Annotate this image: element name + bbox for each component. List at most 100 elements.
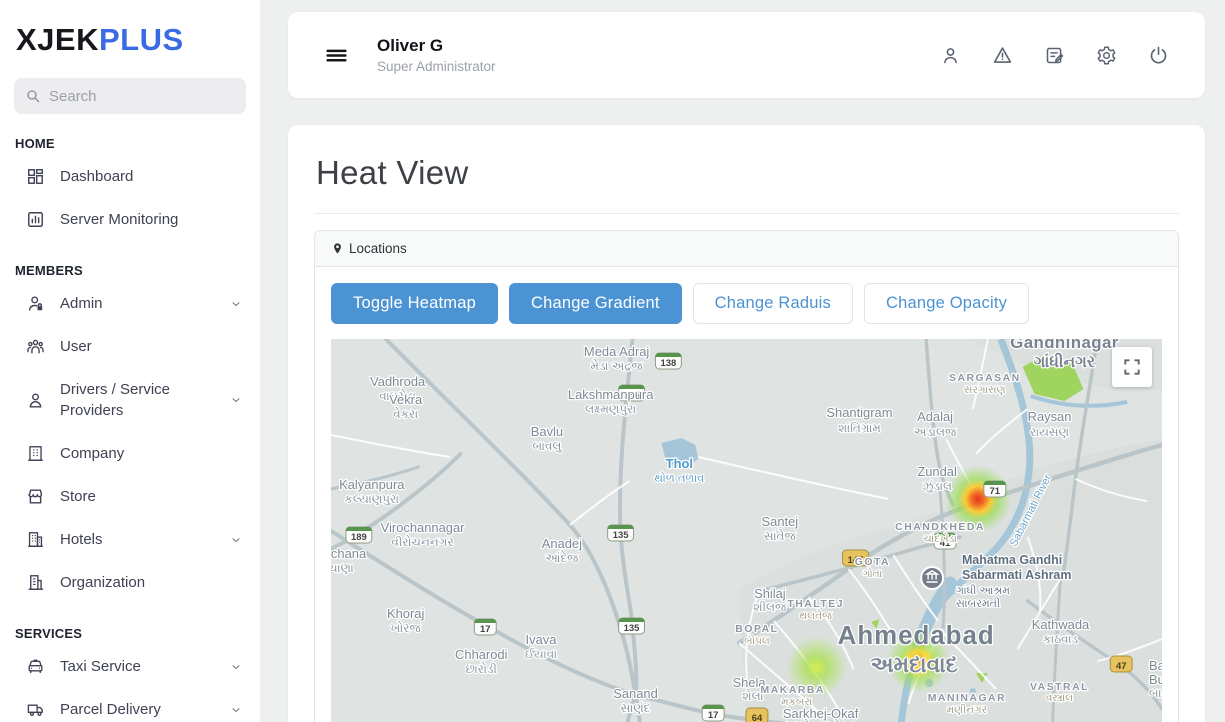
map-label: વસ્ત્રાલ (1046, 693, 1073, 704)
change-raduis-button[interactable]: Change Raduis (693, 283, 853, 324)
alerts-icon-button[interactable] (992, 45, 1013, 66)
sidebar-item-drivers-service-providers[interactable]: Drivers / Service Providers (14, 368, 246, 432)
map-label: Vadhroda (370, 374, 426, 389)
sidebar-item-user[interactable]: User (14, 325, 246, 368)
change-opacity-button[interactable]: Change Opacity (864, 283, 1029, 324)
locations-panel-header: Locations (315, 231, 1178, 267)
map-label: achana (331, 546, 367, 561)
map-label: Virochannagar (381, 520, 466, 535)
map-label: Thol (666, 456, 693, 471)
sidebar-item-label: Taxi Service (60, 656, 215, 677)
main-area: Oliver G Super Administrator Heat View L… (260, 0, 1225, 722)
sidebar-item-admin[interactable]: Admin (14, 282, 246, 325)
svg-text:138: 138 (660, 358, 676, 369)
map-label: ચાંદખેડા (923, 532, 957, 545)
dashboard-icon (26, 167, 45, 186)
map-label: Santej (762, 514, 799, 529)
sidebar-item-label: User (60, 336, 242, 357)
sidebar-item-label: Server Monitoring (60, 209, 242, 230)
chevron-down-icon (230, 661, 242, 673)
sidebar-item-hotels[interactable]: Hotels (14, 518, 246, 561)
search-icon (25, 88, 41, 104)
map-label: મેડા અદ્રજ (591, 359, 644, 373)
map-label: Zundal (917, 464, 957, 479)
change-gradient-button[interactable]: Change Gradient (509, 283, 682, 324)
map-label: મકબરા (781, 697, 813, 708)
map-label: બાક (1149, 686, 1162, 700)
map-label: ચાણા (331, 561, 354, 575)
svg-text:189: 189 (351, 532, 367, 543)
map-label: Shilaj (754, 586, 786, 601)
map-label: ખોરજ (391, 621, 422, 635)
map-label: ઝુંડાલ (922, 479, 952, 493)
chevron-down-icon (230, 704, 242, 716)
sidebar-item-parcel-delivery[interactable]: Parcel Delivery (14, 688, 246, 722)
map-label: CHANDKHEDA (895, 522, 985, 533)
map-label: Vekra (389, 392, 423, 407)
fullscreen-button[interactable] (1112, 347, 1152, 387)
map-label: Ahmedabad (838, 622, 995, 650)
map-label: Bujr (1149, 672, 1162, 687)
monitoring-icon (26, 210, 45, 229)
search-input[interactable] (49, 88, 235, 105)
map-label: MANINAGAR (928, 693, 1006, 704)
toggle-heatmap-button[interactable]: Toggle Heatmap (331, 283, 498, 324)
map-label: Gandhinagar (1010, 339, 1119, 352)
sidebar-item-label: Store (60, 486, 242, 507)
map-label: GOTA (855, 557, 890, 568)
map-label: થલતેજ (799, 609, 832, 622)
map-label: Kalyanpura (339, 477, 405, 492)
profile-icon-button[interactable] (940, 45, 961, 66)
map-label: કાઠવાડ (1043, 632, 1079, 646)
sidebar-item-store[interactable]: Store (14, 475, 246, 518)
map-label: Meda Adraj (584, 344, 649, 359)
svg-text:64: 64 (752, 713, 763, 722)
heatmap-controls: Toggle Heatmap Change Gradient Change Radu… (331, 283, 1162, 324)
route-shield-135: 135 (608, 525, 634, 541)
sidebar-section-members: MEMBERS (15, 263, 246, 278)
chevron-down-icon (230, 534, 242, 546)
route-shield-17: 17 (702, 705, 724, 721)
company-icon (26, 444, 45, 463)
map-pin-icon (331, 242, 344, 255)
svg-text:71: 71 (990, 486, 1001, 497)
map-label: બાવલુ (532, 439, 562, 453)
sidebar: XJEKPLUS HOMEDashboardServer MonitoringM… (0, 0, 260, 722)
sidebar-item-company[interactable]: Company (14, 432, 246, 475)
user-role: Super Administrator (377, 59, 496, 74)
svg-text:135: 135 (624, 623, 640, 634)
sidebar-item-dashboard[interactable]: Dashboard (14, 155, 246, 198)
sidebar-search (14, 78, 246, 114)
settings-icon-button[interactable] (1096, 45, 1117, 66)
top-header: Oliver G Super Administrator (288, 12, 1205, 98)
svg-text:47: 47 (1116, 661, 1127, 672)
map-label: અમદાવાદ (871, 652, 958, 677)
route-shield-135: 135 (619, 618, 645, 634)
map-label: ગાંધીનગર (1034, 352, 1096, 371)
map-label: થોળ તળાવ (654, 472, 704, 485)
map-label: Mahatma Gandhi (962, 553, 1062, 567)
parcel-icon (26, 700, 45, 719)
sidebar-nav: HOME Dashboard Server Monitoring MEMBERS Adm… (14, 136, 246, 722)
route-shield-64: 64 (746, 708, 768, 722)
sidebar-item-server-monitoring[interactable]: Server Monitoring (14, 198, 246, 241)
map-label: વેકરા (393, 407, 418, 421)
map-label: અડાલજ (914, 425, 957, 439)
requests-icon-button[interactable] (1044, 45, 1065, 66)
map-label: Khoraj (387, 606, 424, 621)
sidebar-item-label: Organization (60, 572, 242, 593)
logout-icon-button[interactable] (1148, 45, 1169, 66)
sidebar-section-home: HOME (15, 136, 246, 151)
sidebar-item-taxi-service[interactable]: Taxi Service (14, 645, 246, 688)
map-label: Bavlu (531, 424, 563, 439)
map-label: મણીનગર (947, 704, 987, 716)
sidebar-item-organization[interactable]: Organization (14, 561, 246, 604)
sidebar-item-label: Hotels (60, 529, 215, 550)
page-title: Heat View (316, 154, 1179, 192)
map-label: છારોડી (466, 662, 497, 676)
heat-map[interactable]: 138135189135171351714741714764 Meda Adra… (331, 339, 1162, 722)
route-shield-17: 17 (474, 619, 496, 635)
hamburger-menu-button[interactable] (324, 43, 349, 68)
ashram-poi-icon[interactable] (921, 567, 943, 589)
map-label: રાયસણ (1030, 425, 1069, 439)
